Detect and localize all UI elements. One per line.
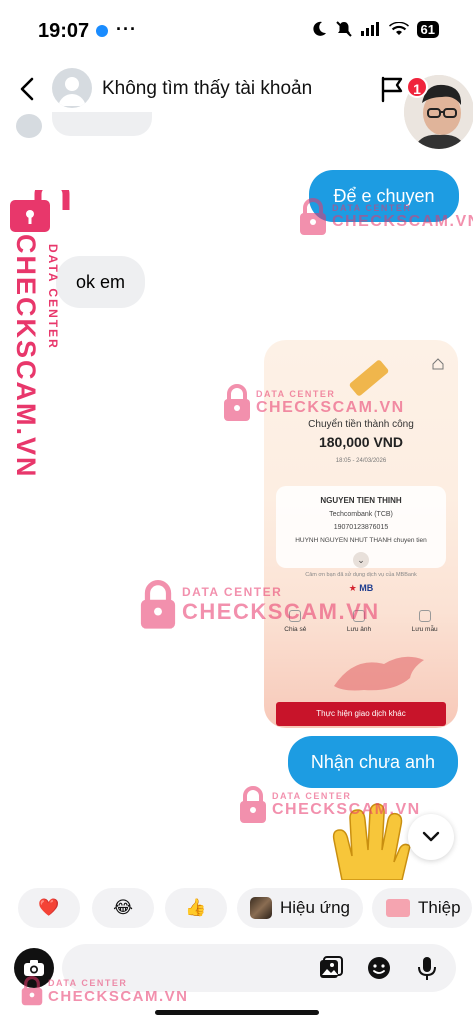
message-input-container[interactable] <box>62 944 456 992</box>
message-input[interactable] <box>78 944 308 992</box>
effects-label: Hiệu ứng <box>280 898 350 917</box>
camera-button[interactable] <box>14 948 54 988</box>
save-image-label: Lưu ảnh <box>346 626 372 633</box>
signal-icon <box>360 22 379 36</box>
lock-icon <box>240 786 266 823</box>
scroll-down-button[interactable] <box>408 814 454 860</box>
camera-icon <box>352 610 365 622</box>
share-action: Chia sẻ <box>284 610 306 633</box>
chevron-down-icon: ⌄ <box>353 552 369 568</box>
default-avatar-icon <box>58 77 86 106</box>
horse-illustration <box>334 656 424 691</box>
message-composer <box>0 944 473 996</box>
outgoing-message[interactable]: Để e chuyen <box>309 170 459 222</box>
new-transaction-button: Thực hiện giao dịch khác <box>276 702 446 726</box>
card-icon <box>386 899 410 917</box>
laugh-reaction-button[interactable]: 😂 <box>92 888 154 928</box>
home-icon <box>432 358 444 370</box>
quick-replies: ❤️ 😂 👍 Hiệu ứng Thiệp <box>0 888 473 930</box>
receipt-actions: Chia sẻ Lưu ảnh Lưu mẫu <box>264 610 458 633</box>
messenger-icon <box>96 25 108 37</box>
save-template-label: Lưu mẫu <box>411 626 438 633</box>
ribbon-decoration <box>348 359 390 397</box>
receipt-time: 18:05 - 24/03/2026 <box>335 458 387 464</box>
notification-badge: 1 <box>406 76 428 98</box>
camera-icon <box>24 960 44 976</box>
status-bar: 19:07 ··· 61 <box>0 0 473 60</box>
thumbs-up-icon: 👍 <box>185 898 207 917</box>
template-icon <box>418 610 431 622</box>
bell-slash-icon <box>335 21 352 37</box>
watermark-main: CHECKSCAM.VN <box>11 234 41 479</box>
previous-message-bubble[interactable] <box>52 112 152 136</box>
back-icon[interactable] <box>14 74 42 104</box>
receipt-thanks: Cảm ơn bạn đã sử dụng dịch vụ của MBBank <box>305 572 417 578</box>
home-indicator <box>155 1010 319 1015</box>
heart-icon: ❤️ <box>38 898 60 917</box>
receipt-title: Chuyển tiền thành công <box>308 419 414 430</box>
avatar[interactable] <box>52 68 92 108</box>
save-template-action: Lưu mẫu <box>412 610 438 633</box>
outgoing-message[interactable]: Nhận chưa anh <box>288 736 458 788</box>
recipient-name: NGUYEN TIEN THINH <box>320 496 402 505</box>
heart-reaction-button[interactable]: ❤️ <box>18 888 80 928</box>
lock-icon <box>224 384 250 421</box>
waving-hand-sticker[interactable] <box>322 800 412 880</box>
cards-label: Thiệp <box>418 898 461 917</box>
bank-logo: ★ MB <box>348 583 374 593</box>
chevron-down-icon <box>422 831 440 842</box>
share-icon <box>289 610 302 622</box>
gallery-icon[interactable] <box>318 955 344 981</box>
recipient-account: 19070123876015 <box>333 524 389 531</box>
transfer-receipt-image[interactable]: Chuyển tiền thành công 180,000 VND 18:05… <box>264 340 458 728</box>
laugh-icon: 😂 <box>113 898 133 917</box>
lock-icon <box>140 580 176 629</box>
bank-logo-text: MB <box>359 583 374 593</box>
watermark-vertical: CHECKSCAM.VN DATA CENTER <box>6 190 76 480</box>
transfer-memo: HUYNH NGUYEN NHUT THANH chuyen tien <box>295 537 427 544</box>
status-more: ··· <box>116 19 137 39</box>
like-reaction-button[interactable]: 👍 <box>165 888 227 928</box>
moon-icon <box>312 21 326 36</box>
save-image-action: Lưu ảnh <box>347 610 371 633</box>
microphone-icon[interactable] <box>414 955 440 981</box>
effects-thumbnail <box>250 897 272 919</box>
status-time: 19:07 <box>38 20 90 42</box>
page-title[interactable]: Không tìm thấy tài khoản <box>102 78 312 100</box>
recipient-bank: Techcombank (TCB) <box>329 511 393 518</box>
flag-icon[interactable] <box>378 74 406 104</box>
incoming-message[interactable]: ok em <box>56 256 145 308</box>
effects-button[interactable]: Hiệu ứng <box>237 888 363 928</box>
battery-icon: 61 <box>416 20 439 38</box>
sender-avatar <box>16 114 42 138</box>
sticker-icon[interactable] <box>366 955 392 981</box>
cards-button[interactable]: Thiệp <box>372 888 472 928</box>
status-icons: 61 <box>311 20 439 38</box>
watermark-top: DATA CENTER <box>46 244 60 350</box>
lock-icon <box>10 190 70 232</box>
share-label: Chia sẻ <box>284 626 307 633</box>
wifi-icon <box>388 22 409 35</box>
receipt-amount: 180,000 VND <box>318 434 404 450</box>
